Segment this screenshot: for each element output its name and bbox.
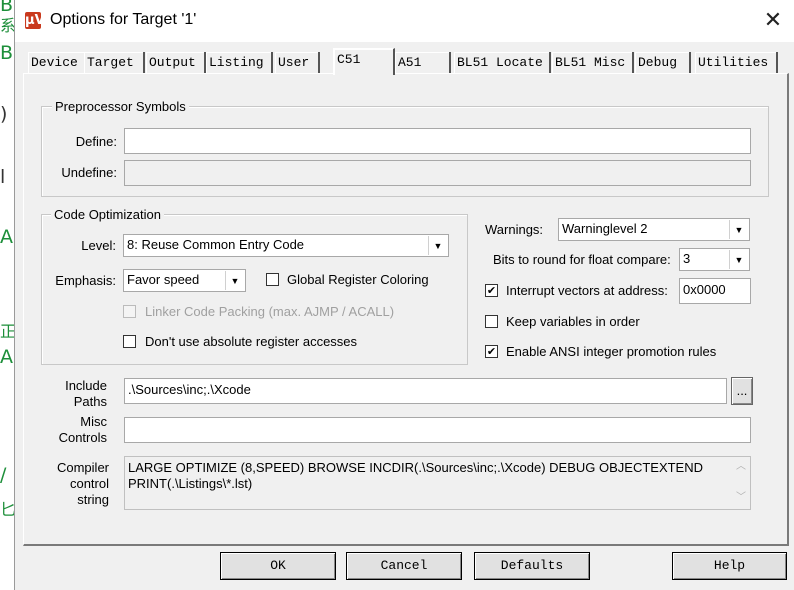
float-compare-label: Bits to round for float compare: xyxy=(493,252,671,267)
global-register-coloring-checkbox[interactable] xyxy=(266,273,279,286)
code-optimization-group-label: Code Optimization xyxy=(51,207,164,222)
chevron-down-icon[interactable]: ▼ xyxy=(428,236,447,255)
float-compare-select[interactable]: 3 ▼ xyxy=(679,248,750,271)
browse-include-paths-button[interactable]: ... xyxy=(731,377,753,405)
options-dialog: µV Options for Target '1' ✕ Device Targe… xyxy=(14,0,794,590)
keep-variables-label: Keep variables in order xyxy=(506,314,640,329)
bg-text: 系 xyxy=(0,16,15,35)
linker-code-packing-checkbox[interactable] xyxy=(123,305,136,318)
scroll-down-icon[interactable]: ﹀ xyxy=(734,490,748,506)
tab-device[interactable]: Device xyxy=(28,52,86,73)
warnings-label: Warnings: xyxy=(485,222,544,237)
misc-controls-label-line1: Misc xyxy=(80,414,107,429)
title-bar[interactable]: µV Options for Target '1' ✕ xyxy=(15,0,794,42)
bg-text: A xyxy=(0,346,13,368)
chevron-down-icon[interactable]: ▼ xyxy=(225,271,244,290)
level-label: Level: xyxy=(81,238,116,253)
define-label: Define: xyxy=(75,134,117,149)
bg-text: l xyxy=(0,166,6,188)
defaults-button[interactable]: Defaults xyxy=(474,552,590,580)
tab-target[interactable]: Target xyxy=(84,52,145,73)
emphasis-label: Emphasis: xyxy=(55,273,116,288)
bg-text: / xyxy=(0,464,7,486)
background-app-edge: B 系 B ) l A 正 A / 匕 xyxy=(0,0,15,590)
misc-controls-label-line2: Controls xyxy=(58,430,107,445)
keep-variables-checkbox[interactable] xyxy=(485,315,498,328)
compiler-string-label-line3: string xyxy=(77,492,109,507)
scroll-up-icon[interactable]: ︿ xyxy=(734,459,748,475)
tab-debug[interactable]: Debug xyxy=(635,52,691,73)
misc-controls-field[interactable] xyxy=(124,417,751,443)
float-compare-value: 3 xyxy=(683,251,691,266)
ansi-promotion-checkbox[interactable]: ✔ xyxy=(485,345,498,358)
tab-a51[interactable]: A51 xyxy=(395,52,451,73)
dialog-title: Options for Target '1' xyxy=(50,11,197,28)
absolute-register-label: Don't use absolute register accesses xyxy=(145,334,358,349)
compiler-string-label-line2: control xyxy=(69,476,109,491)
help-button[interactable]: Help xyxy=(672,552,787,580)
level-value: 8: Reuse Common Entry Code xyxy=(127,237,305,252)
undefine-label: Undefine: xyxy=(61,165,117,180)
include-paths-field[interactable]: .\Sources\inc;.\Xcode xyxy=(124,378,727,404)
tab-output[interactable]: Output xyxy=(146,52,206,73)
ansi-promotion-label: Enable ANSI integer promotion rules xyxy=(506,344,717,359)
level-select[interactable]: 8: Reuse Common Entry Code ▼ xyxy=(123,234,449,257)
emphasis-value: Favor speed xyxy=(127,272,200,287)
bg-text: B xyxy=(0,42,14,64)
emphasis-select[interactable]: Favor speed ▼ xyxy=(123,269,246,292)
chevron-down-icon[interactable]: ▼ xyxy=(729,220,748,239)
cancel-button[interactable]: Cancel xyxy=(346,552,462,580)
bg-text: A xyxy=(0,226,13,248)
linker-code-packing-label: Linker Code Packing (max. AJMP / ACALL) xyxy=(145,304,395,319)
tab-bl51-misc[interactable]: BL51 Misc xyxy=(552,52,634,73)
tab-listing[interactable]: Listing xyxy=(206,52,273,73)
close-icon[interactable]: ✕ xyxy=(759,9,787,33)
include-paths-label-line2: Paths xyxy=(73,394,107,409)
compiler-string-label-line1: Compiler xyxy=(56,460,109,475)
compiler-control-string-text: LARGE OPTIMIZE (8,SPEED) BROWSE INCDIR(.… xyxy=(128,460,704,491)
ok-button[interactable]: OK xyxy=(220,552,336,580)
define-field[interactable] xyxy=(124,128,751,154)
bg-text: 匕 xyxy=(0,500,15,519)
warnings-select[interactable]: Warninglevel 2 ▼ xyxy=(558,218,750,241)
undefine-field[interactable] xyxy=(124,160,751,186)
warnings-value: Warninglevel 2 xyxy=(562,221,648,236)
interrupt-vectors-label: Interrupt vectors at address: xyxy=(506,283,668,298)
keil-app-icon: µV xyxy=(25,12,45,29)
absolute-register-checkbox[interactable] xyxy=(123,335,136,348)
preprocessor-group-label: Preprocessor Symbols xyxy=(52,99,189,114)
compiler-control-string: LARGE OPTIMIZE (8,SPEED) BROWSE INCDIR(.… xyxy=(124,456,751,510)
global-register-coloring-label: Global Register Coloring xyxy=(287,272,429,287)
tab-bl51-locate[interactable]: BL51 Locate xyxy=(454,52,551,73)
bg-text: ) xyxy=(0,103,8,125)
bg-text: 正 xyxy=(0,322,15,341)
tab-utilities[interactable]: Utilities xyxy=(695,52,778,73)
tab-user[interactable]: User xyxy=(275,52,320,73)
interrupt-vectors-checkbox[interactable]: ✔ xyxy=(485,284,498,297)
tab-c51[interactable]: C51 xyxy=(333,48,395,75)
include-paths-label-line1: Include xyxy=(65,378,107,393)
chevron-down-icon[interactable]: ▼ xyxy=(729,250,748,269)
interrupt-address-field[interactable]: 0x0000 xyxy=(679,278,751,304)
